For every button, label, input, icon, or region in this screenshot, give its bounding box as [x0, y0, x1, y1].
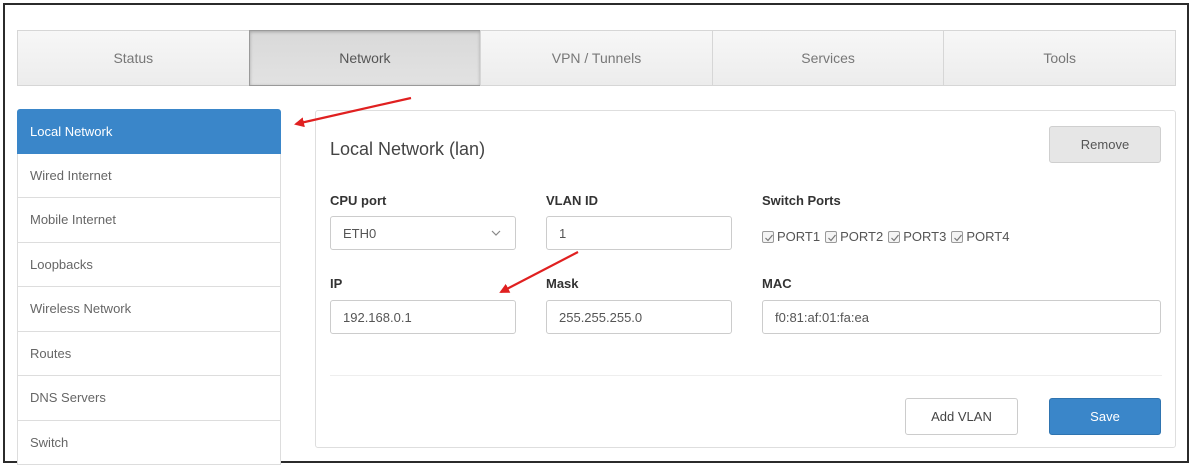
sidebar-item-label: DNS Servers [30, 390, 106, 406]
tab-label: Network [339, 50, 391, 66]
tab-status[interactable]: Status [17, 30, 250, 86]
sidebar-item-dns-servers[interactable]: DNS Servers [17, 376, 281, 421]
ip-label: IP [330, 276, 343, 291]
cpu-port-value: ETH0 [343, 225, 377, 241]
switch-ports-label: Switch Ports [762, 193, 841, 208]
port2-checkbox[interactable]: PORT2 [825, 229, 883, 244]
ip-value: 192.168.0.1 [343, 309, 412, 325]
sidebar-item-routes[interactable]: Routes [17, 331, 281, 376]
tab-label: Status [113, 50, 154, 66]
sidebar-item-label: Local Network [30, 123, 113, 139]
port-label: PORT4 [966, 229, 1010, 244]
checkbox-checked-icon [825, 230, 838, 243]
port4-checkbox[interactable]: PORT4 [951, 229, 1009, 244]
sidebar-item-local-network[interactable]: Local Network [17, 109, 281, 154]
port-label: PORT2 [840, 229, 884, 244]
sidebar-item-label: Switch [30, 434, 69, 450]
port1-checkbox[interactable]: PORT1 [762, 229, 820, 244]
sidebar-item-label: Loopbacks [30, 256, 93, 272]
tab-services[interactable]: Services [711, 30, 945, 86]
checkbox-checked-icon [762, 230, 774, 243]
sidebar-item-label: Routes [30, 345, 72, 361]
mask-input[interactable]: 255.255.255.0 [546, 300, 732, 334]
remove-button[interactable]: Remove [1049, 126, 1161, 163]
mac-value: f0:81:af:01:fa:ea [775, 309, 869, 325]
panel-title: Local Network (lan) [330, 139, 486, 159]
sidebar-item-label: Wired Internet [30, 167, 112, 183]
port-label: PORT3 [903, 229, 947, 244]
checkbox-checked-icon [951, 230, 964, 243]
tab-label: Tools [1043, 50, 1077, 66]
checkbox-checked-icon [888, 230, 901, 243]
sidebar-item-loopbacks[interactable]: Loopbacks [17, 242, 281, 287]
cpu-port-select[interactable]: ETH0 [330, 216, 516, 250]
mac-label: MAC [762, 276, 792, 291]
sidebar-item-mobile-internet[interactable]: Mobile Internet [17, 198, 281, 243]
cpu-port-label: CPU port [330, 193, 387, 208]
sidebar-item-wired-internet[interactable]: Wired Internet [17, 153, 281, 198]
sidebar-item-wireless-network[interactable]: Wireless Network [17, 287, 281, 332]
divider [330, 375, 1162, 376]
sidebar-item-label: Wireless Network [30, 301, 132, 317]
vlan-id-value: 1 [559, 225, 567, 241]
tab-network[interactable]: Network [248, 30, 482, 86]
mac-input[interactable]: f0:81:af:01:fa:ea [762, 300, 1161, 334]
sidebar-item-switch[interactable]: Switch [17, 420, 281, 465]
port3-checkbox[interactable]: PORT3 [888, 229, 946, 244]
add-vlan-button[interactable]: Add VLAN [905, 398, 1018, 435]
sidebar-item-label: Mobile Internet [30, 212, 116, 228]
local-network-panel: Local Network (lan) Remove CPU port ETH0… [315, 110, 1176, 448]
mask-label: Mask [546, 276, 579, 291]
tab-tools[interactable]: Tools [943, 30, 1176, 86]
chevron-down-icon [491, 230, 501, 236]
mask-value: 255.255.255.0 [559, 309, 643, 325]
port-label: PORT1 [777, 229, 821, 244]
tab-vpn-tunnels[interactable]: VPN / Tunnels [480, 30, 713, 86]
tab-label: Services [801, 50, 855, 66]
vlan-id-input[interactable]: 1 [546, 216, 732, 250]
sidebar: Local Network Wired Internet Mobile Inte… [17, 109, 281, 465]
tab-label: VPN / Tunnels [551, 50, 642, 66]
vlan-id-label: VLAN ID [546, 193, 598, 208]
switch-ports-group: PORT1 PORT2 PORT3 PORT4 [762, 229, 1014, 244]
top-nav-tabs: Status Network VPN / Tunnels Services To… [17, 30, 1176, 86]
save-button[interactable]: Save [1049, 398, 1161, 435]
ip-input[interactable]: 192.168.0.1 [330, 300, 516, 334]
